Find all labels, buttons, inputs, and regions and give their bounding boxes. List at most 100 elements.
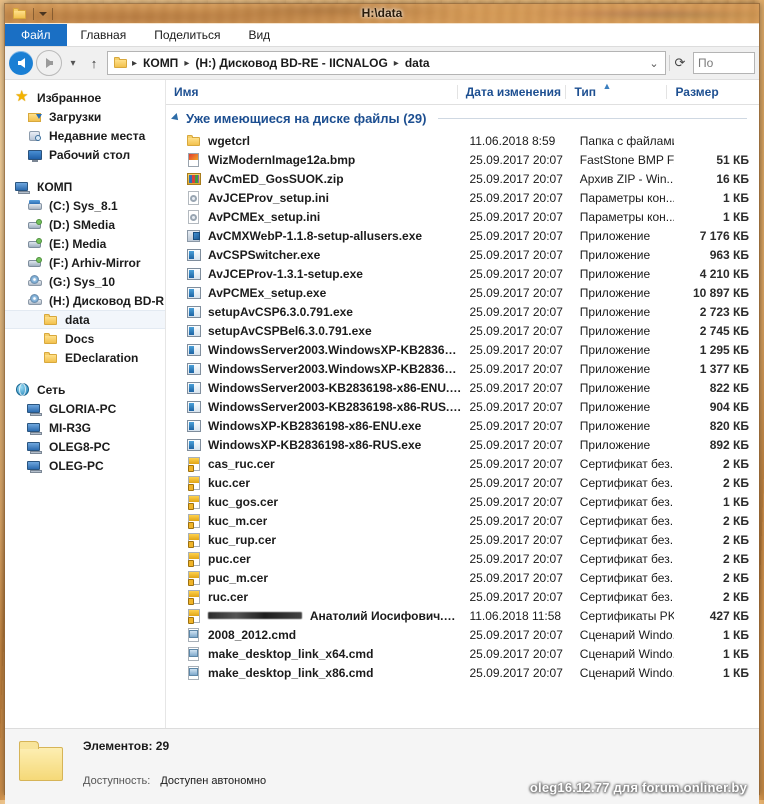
table-row[interactable]: 2008_2012.cmd25.09.2017 20:07Сценарий Wi… [166, 625, 759, 644]
sidebar-item-downloads[interactable]: Загрузки [5, 107, 165, 126]
forward-arrow-icon[interactable] [36, 50, 62, 76]
table-row[interactable]: make_desktop_link_x64.cmd25.09.2017 20:0… [166, 644, 759, 663]
breadcrumb-separator-0[interactable]: ▸ [131, 58, 138, 69]
breadcrumb[interactable]: ▸ КОМП ▸ (H:) Дисковод BD-RE - IICNALOG … [107, 51, 666, 75]
file-name-cell[interactable]: wgetcrl [166, 133, 461, 149]
address-bar[interactable]: ▾ ↑ ▸ КОМП ▸ (H:) Дисковод BD-RE - IICNA… [5, 47, 759, 80]
table-row[interactable]: AvJCEProv-1.3.1-setup.exe25.09.2017 20:0… [166, 264, 759, 283]
collapse-triangle-icon[interactable] [171, 113, 181, 123]
breadcrumb-item-drive[interactable]: (H:) Дисковод BD-RE - IICNALOG [192, 55, 390, 71]
sidebar-item-edeclaration[interactable]: EDeclaration [5, 348, 165, 367]
up-arrow-icon[interactable]: ↑ [84, 56, 104, 71]
file-name-cell[interactable]: setupAvCSPBel6.3.0.791.exe [166, 323, 461, 339]
group-header[interactable]: Уже имеющиеся на диске файлы (29) [166, 105, 759, 131]
sidebar-item-drive-c[interactable]: (C:) Sys_8.1 [5, 196, 165, 215]
file-name-cell[interactable]: make_desktop_link_x86.cmd [166, 665, 461, 681]
file-name-cell[interactable]: kuc.cer [166, 475, 461, 491]
sidebar-item-data[interactable]: data [5, 310, 165, 329]
sidebar-item-oleg-pc[interactable]: OLEG-PC [5, 456, 165, 475]
table-row[interactable]: cas_ruc.cer25.09.2017 20:07Сертификат бе… [166, 454, 759, 473]
refresh-icon[interactable]: ⟳ [669, 55, 690, 71]
breadcrumb-item-data[interactable]: data [402, 55, 433, 71]
file-name-cell[interactable]: AvJCEProv_setup.ini [166, 190, 461, 206]
sidebar-item-docs[interactable]: Docs [5, 329, 165, 348]
table-row[interactable]: wgetcrl11.06.2018 8:59Папка с файлами [166, 131, 759, 150]
file-name-cell[interactable]: puc_m.cer [166, 570, 461, 586]
table-row[interactable]: AvCSPSwitcher.exe25.09.2017 20:07Приложе… [166, 245, 759, 264]
ribbon-tabbar[interactable]: Файл Главная Поделиться Вид [5, 24, 759, 47]
sidebar-item-recent-places[interactable]: Недавние места [5, 126, 165, 145]
table-row[interactable]: AvCmED_GosSUOK.zip25.09.2017 20:07Архив … [166, 169, 759, 188]
file-name-cell[interactable]: setupAvCSP6.3.0.791.exe [166, 304, 461, 320]
sidebar-item-mi-r3g[interactable]: MI-R3G [5, 418, 165, 437]
table-row[interactable]: Анатолий Иосифович.p7b11.06.2018 11:58Се… [166, 606, 759, 625]
table-row[interactable]: setupAvCSP6.3.0.791.exe25.09.2017 20:07П… [166, 302, 759, 321]
chevron-down-icon[interactable]: ⌄ [645, 57, 663, 70]
table-row[interactable]: puc_m.cer25.09.2017 20:07Сертификат без.… [166, 568, 759, 587]
sidebar-item-drive-f[interactable]: (F:) Arhiv-Mirror [5, 253, 165, 272]
file-name-cell[interactable]: WindowsXP-KB2836198-x86-RUS.exe [166, 437, 461, 453]
sidebar-item-drive-h[interactable]: (H:) Дисковод BD-R [5, 291, 165, 310]
sidebar-item-drive-g[interactable]: (G:) Sys_10 [5, 272, 165, 291]
file-name-cell[interactable]: 2008_2012.cmd [166, 627, 461, 643]
table-row[interactable]: WindowsServer2003.WindowsXP-KB2836198-x6… [166, 340, 759, 359]
table-row[interactable]: kuc.cer25.09.2017 20:07Сертификат без...… [166, 473, 759, 492]
table-row[interactable]: ruc.cer25.09.2017 20:07Сертификат без...… [166, 587, 759, 606]
column-header-type[interactable]: ▲ Тип [565, 85, 666, 99]
sidebar-group-computer[interactable]: КОМП [5, 177, 165, 196]
tab-file[interactable]: Файл [5, 24, 67, 46]
table-row[interactable]: AvJCEProv_setup.ini25.09.2017 20:07Парам… [166, 188, 759, 207]
table-row[interactable]: WindowsServer2003-KB2836198-x86-ENU.exe2… [166, 378, 759, 397]
back-arrow-icon[interactable] [9, 51, 33, 75]
file-name-cell[interactable]: AvCSPSwitcher.exe [166, 247, 461, 263]
table-row[interactable]: WindowsServer2003.WindowsXP-KB2836198-x6… [166, 359, 759, 378]
breadcrumb-separator-1[interactable]: ▸ [183, 58, 190, 69]
sidebar-item-oleg8-pc[interactable]: OLEG8-PC [5, 437, 165, 456]
sidebar-item-drive-d[interactable]: (D:) SMedia [5, 215, 165, 234]
file-name-cell[interactable]: AvPCMEx_setup.ini [166, 209, 461, 225]
file-name-cell[interactable]: AvJCEProv-1.3.1-setup.exe [166, 266, 461, 282]
breadcrumb-item-computer[interactable]: КОМП [140, 55, 181, 71]
table-row[interactable]: AvPCMEx_setup.ini25.09.2017 20:07Парамет… [166, 207, 759, 226]
file-rows-container[interactable]: wgetcrl11.06.2018 8:59Папка с файламиWiz… [166, 131, 759, 728]
file-list-pane[interactable]: Имя Дата изменения ▲ Тип Размер Уже имею… [165, 80, 759, 728]
table-row[interactable]: kuc_m.cer25.09.2017 20:07Сертификат без.… [166, 511, 759, 530]
column-header-name[interactable]: Имя [166, 85, 457, 99]
window-titlebar[interactable]: H:\data [5, 4, 759, 24]
table-row[interactable]: WindowsXP-KB2836198-x86-ENU.exe25.09.201… [166, 416, 759, 435]
table-row[interactable]: kuc_rup.cer25.09.2017 20:07Сертификат бе… [166, 530, 759, 549]
table-row[interactable]: WindowsXP-KB2836198-x86-RUS.exe25.09.201… [166, 435, 759, 454]
table-row[interactable]: AvCMXWebP-1.1.8-setup-allusers.exe25.09.… [166, 226, 759, 245]
table-row[interactable]: setupAvCSPBel6.3.0.791.exe25.09.2017 20:… [166, 321, 759, 340]
file-name-cell[interactable]: WindowsServer2003-KB2836198-x86-RUS.exe [166, 399, 461, 415]
file-name-cell[interactable]: kuc_gos.cer [166, 494, 461, 510]
sidebar-group-network[interactable]: Сеть [5, 380, 165, 399]
file-name-cell[interactable]: cas_ruc.cer [166, 456, 461, 472]
file-name-cell[interactable]: AvPCMEx_setup.exe [166, 285, 461, 301]
file-name-cell[interactable]: puc.cer [166, 551, 461, 567]
file-name-cell[interactable]: WindowsServer2003.WindowsXP-KB2836198-x6… [166, 342, 461, 358]
history-dropdown-icon[interactable]: ▾ [65, 58, 81, 69]
table-row[interactable]: puc.cer25.09.2017 20:07Сертификат без...… [166, 549, 759, 568]
file-name-cell[interactable]: kuc_rup.cer [166, 532, 461, 548]
file-name-cell[interactable]: AvCMXWebP-1.1.8-setup-allusers.exe [166, 228, 461, 244]
file-name-cell[interactable]: WindowsServer2003-KB2836198-x86-ENU.exe [166, 380, 461, 396]
sidebar-item-gloria-pc[interactable]: GLORIA-PC [5, 399, 165, 418]
column-header-size[interactable]: Размер [666, 85, 750, 99]
file-name-cell[interactable]: WizModernImage12a.bmp [166, 152, 461, 168]
table-row[interactable]: WindowsServer2003-KB2836198-x86-RUS.exe2… [166, 397, 759, 416]
table-row[interactable]: WizModernImage12a.bmp25.09.2017 20:07Fas… [166, 150, 759, 169]
breadcrumb-separator-2[interactable]: ▸ [393, 58, 400, 69]
search-input[interactable]: По [693, 52, 755, 74]
tab-share[interactable]: Поделиться [140, 24, 234, 46]
sidebar-item-desktop[interactable]: Рабочий стол [5, 145, 165, 164]
file-name-cell[interactable]: Анатолий Иосифович.p7b [166, 608, 461, 624]
file-name-cell[interactable]: make_desktop_link_x64.cmd [166, 646, 461, 662]
table-row[interactable]: AvPCMEx_setup.exe25.09.2017 20:07Приложе… [166, 283, 759, 302]
file-name-cell[interactable]: AvCmED_GosSUOK.zip [166, 171, 461, 187]
table-row[interactable]: make_desktop_link_x86.cmd25.09.2017 20:0… [166, 663, 759, 682]
navigation-pane[interactable]: Избранное Загрузки Недавние места Рабочи… [5, 80, 165, 728]
file-name-cell[interactable]: WindowsXP-KB2836198-x86-ENU.exe [166, 418, 461, 434]
column-header-row[interactable]: Имя Дата изменения ▲ Тип Размер [166, 80, 759, 105]
sidebar-group-favorites[interactable]: Избранное [5, 88, 165, 107]
